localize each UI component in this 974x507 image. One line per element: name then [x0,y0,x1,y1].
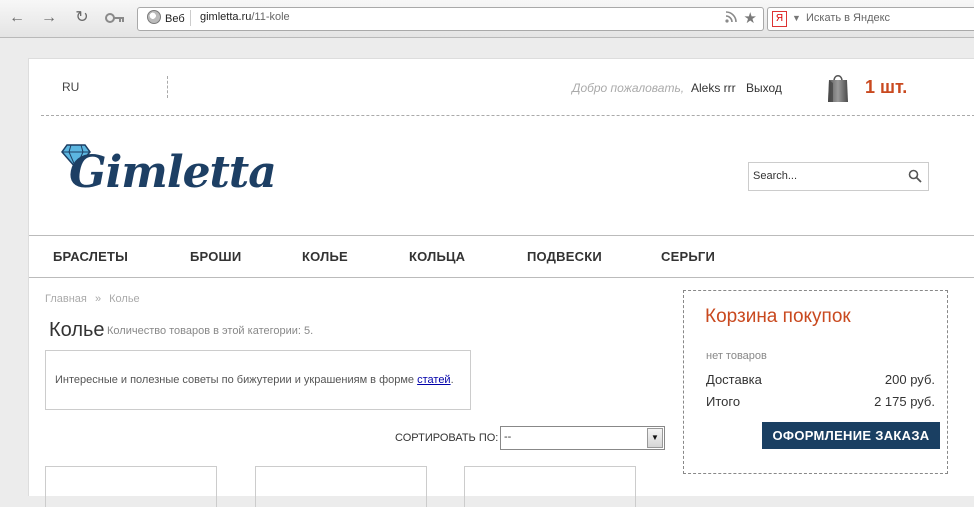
menu-item-brooches[interactable]: БРОШИ [190,249,241,264]
product-count: Количество товаров в этой категории: 5. [107,325,314,337]
forward-arrow-icon[interactable]: → [40,9,58,27]
sort-select[interactable]: -- ▼ [500,426,665,450]
product-card[interactable] [255,466,427,507]
shipping-row: Доставка 200 руб. [706,372,935,387]
info-box: Интересные и полезные советы по бижутери… [45,350,471,410]
logout-link[interactable]: Выход [746,81,782,95]
main-menu: БРАСЛЕТЫ БРОШИ КОЛЬЕ КОЛЬЦА ПОДВЕСКИ СЕР… [29,235,974,278]
rss-icon[interactable] [725,11,737,23]
bookmark-star-icon[interactable]: ★ [744,9,757,27]
cart-empty-text: нет товаров [706,350,767,362]
breadcrumb: Главная » Колье [45,293,140,305]
site-search [748,162,929,191]
breadcrumb-current: Колье [109,293,140,305]
account-link[interactable]: Aleks rrr [691,81,736,95]
sort-label: СОРТИРОВАТЬ ПО: [395,432,499,444]
product-card[interactable] [45,466,217,507]
logo-text: Gimletta [69,147,277,198]
shopping-bag-icon[interactable] [827,72,849,103]
total-value: 2 175 руб. [874,394,935,409]
divider [41,115,974,116]
cart-title[interactable]: Корзина покупок [705,306,851,328]
total-row: Итого 2 175 руб. [706,394,935,409]
reload-icon[interactable]: ↻ [73,9,91,27]
menu-item-bracelets[interactable]: БРАСЛЕТЫ [53,249,128,264]
menu-item-necklaces[interactable]: КОЛЬЕ [302,249,348,264]
browser-toolbar: ← → ↻ Веб gimletta.ru/11-kole ★ Я ▼ Иска… [0,0,974,38]
cart-count[interactable]: 1 шт. [865,77,907,98]
articles-link[interactable]: статей [417,374,450,386]
yandex-icon[interactable]: Я [772,11,787,27]
page-title: Колье [49,319,105,341]
globe-icon [147,10,161,24]
menu-item-earrings[interactable]: СЕРЬГИ [661,249,715,264]
info-text: Интересные и полезные советы по бижутери… [55,374,454,386]
sort-value: -- [504,431,512,443]
shipping-label: Доставка [706,372,762,387]
site-info-badge[interactable]: Веб [144,10,191,26]
top-bar: RU Добро пожаловать, Aleks rrr Выход 1 ш… [29,59,974,115]
url-text[interactable]: gimletta.ru/11-kole [200,11,290,23]
search-input[interactable] [753,168,903,184]
browser-search-box[interactable]: Я ▼ Искать в Яндекс [767,7,974,31]
divider [167,76,168,98]
language-selector[interactable]: RU [62,80,79,94]
cart-block: Корзина покупок нет товаров Доставка 200… [683,290,948,474]
product-card[interactable] [464,466,636,507]
shop-page: RU Добро пожаловать, Aleks rrr Выход 1 ш… [28,58,974,507]
shipping-value: 200 руб. [884,372,935,387]
menu-item-pendants[interactable]: ПОДВЕСКИ [527,249,602,264]
welcome-text: Добро пожаловать, [572,81,685,95]
address-bar[interactable]: Веб gimletta.ru/11-kole ★ [137,7,764,31]
chevron-down-icon[interactable]: ▼ [647,428,663,448]
search-icon[interactable] [908,169,922,183]
checkout-button[interactable]: ОФОРМЛЕНИЕ ЗАКАЗА [762,422,940,449]
key-icon[interactable] [104,9,126,27]
chevron-down-icon[interactable]: ▼ [792,13,801,23]
breadcrumb-home[interactable]: Главная [45,293,87,305]
back-arrow-icon[interactable]: ← [8,9,26,27]
browser-search-placeholder: Искать в Яндекс [806,12,891,24]
menu-item-rings[interactable]: КОЛЬЦА [409,249,465,264]
total-label: Итого [706,394,741,409]
breadcrumb-separator: » [94,293,102,305]
